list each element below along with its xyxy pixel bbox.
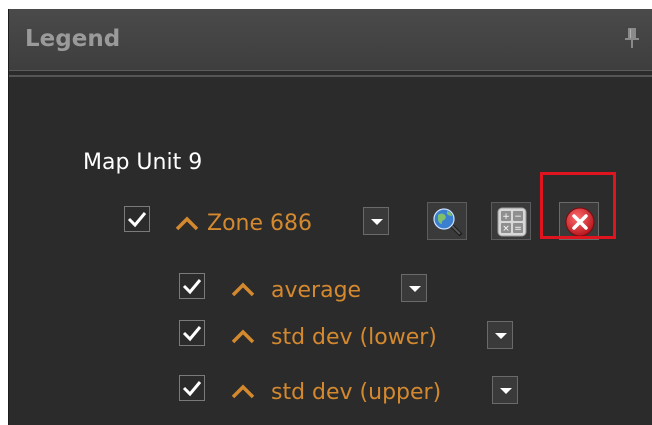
checkmark-icon bbox=[182, 279, 202, 295]
caret-up-icon[interactable] bbox=[231, 383, 255, 399]
std-dev-upper-dropdown[interactable] bbox=[492, 376, 518, 404]
zone-checkbox[interactable] bbox=[124, 206, 150, 232]
zoom-to-button[interactable] bbox=[427, 202, 467, 240]
svg-text:−: − bbox=[514, 212, 522, 222]
std-dev-upper-label[interactable]: std dev (upper) bbox=[271, 380, 441, 405]
svg-text:=: = bbox=[514, 224, 522, 234]
std-dev-lower-dropdown[interactable] bbox=[487, 321, 513, 349]
average-label[interactable]: average bbox=[271, 278, 361, 303]
checkmark-icon bbox=[182, 381, 202, 397]
svg-text:+: + bbox=[502, 212, 510, 222]
checkmark-icon bbox=[182, 326, 202, 342]
map-unit-label: Map Unit 9 bbox=[83, 150, 203, 175]
caret-up-icon[interactable] bbox=[231, 328, 255, 344]
caret-up-icon[interactable] bbox=[231, 281, 255, 297]
average-checkbox[interactable] bbox=[179, 273, 205, 299]
pin-icon[interactable] bbox=[625, 28, 639, 48]
average-dropdown[interactable] bbox=[401, 274, 427, 302]
zone-dropdown[interactable] bbox=[363, 207, 389, 235]
calculator-button[interactable]: + − × = bbox=[491, 202, 531, 240]
checkmark-icon bbox=[127, 212, 147, 228]
titlebar-divider bbox=[9, 75, 652, 77]
globe-magnifier-icon bbox=[433, 208, 463, 237]
panel-title: Legend bbox=[25, 26, 121, 52]
calculator-icon: + − × = bbox=[497, 207, 527, 237]
std-dev-lower-checkbox[interactable] bbox=[179, 320, 205, 346]
highlight-box bbox=[540, 172, 616, 239]
std-dev-upper-checkbox[interactable] bbox=[179, 375, 205, 401]
zone-label[interactable]: Zone 686 bbox=[207, 211, 312, 236]
caret-up-icon[interactable] bbox=[175, 215, 199, 231]
svg-text:×: × bbox=[502, 224, 510, 234]
std-dev-lower-label[interactable]: std dev (lower) bbox=[271, 325, 437, 350]
legend-titlebar: Legend bbox=[9, 9, 652, 71]
